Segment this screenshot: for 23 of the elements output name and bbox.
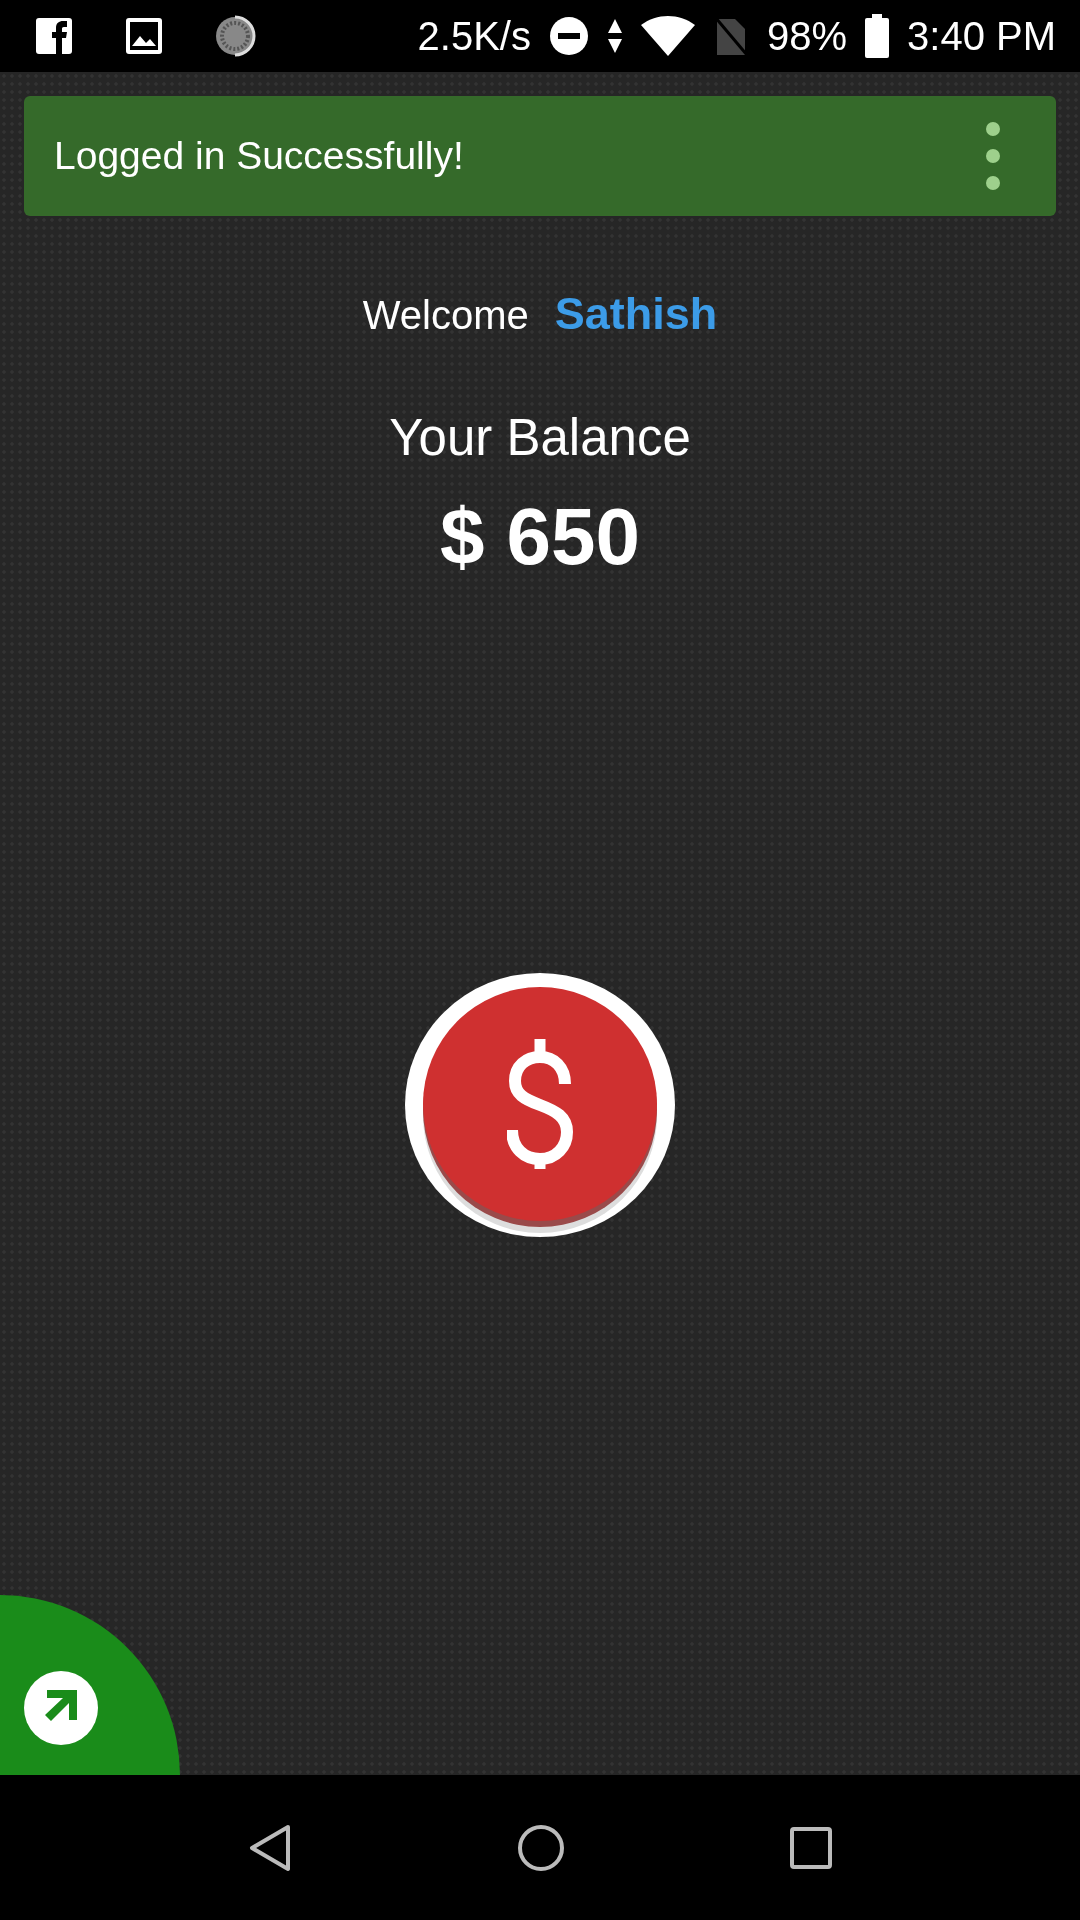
- clock: 3:40 PM: [907, 13, 1056, 59]
- snackbar-message: Logged in Successfully!: [54, 134, 464, 178]
- arrow-up-right-icon: [23, 1670, 99, 1746]
- recents-icon[interactable]: [790, 1826, 832, 1869]
- balance-amount: $ 650: [439, 491, 641, 583]
- social-app-icon: [34, 16, 74, 56]
- image-icon: [124, 16, 164, 56]
- data-arrows-icon: [606, 17, 623, 55]
- more-options-icon[interactable]: [985, 121, 1001, 191]
- back-icon[interactable]: [248, 1823, 292, 1872]
- battery-percent: 98%: [766, 13, 848, 59]
- home-icon[interactable]: [517, 1823, 565, 1872]
- corner-action-button[interactable]: [0, 1595, 180, 1775]
- dollar-button[interactable]: [405, 973, 675, 1237]
- network-speed: 2.5K/s: [417, 13, 531, 59]
- do-not-disturb-icon: [548, 16, 589, 56]
- user-name: Sathish: [554, 288, 718, 340]
- welcome-label: Welcome: [362, 293, 529, 338]
- loading-icon: [214, 15, 256, 57]
- wifi-icon: [640, 16, 695, 56]
- battery-icon: [865, 14, 890, 58]
- balance-label: Your Balance: [389, 408, 691, 467]
- dollar-icon: [507, 1036, 573, 1172]
